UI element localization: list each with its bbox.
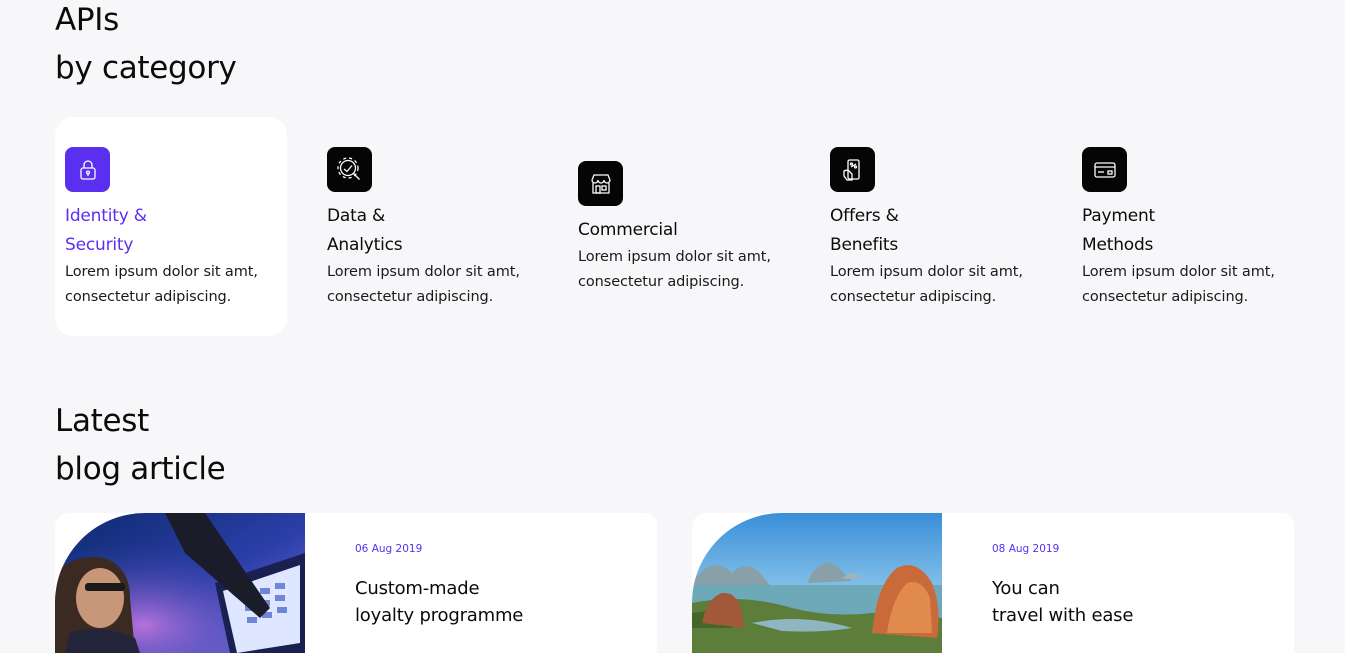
category-card-data-analytics[interactable]: Data & Analytics Lorem ipsum dolor sit a… xyxy=(317,147,549,310)
blog-article-image[interactable] xyxy=(692,513,942,653)
blog-title[interactable]: Custom-made loyalty programme xyxy=(355,575,523,629)
store-icon xyxy=(578,161,623,206)
blog-title[interactable]: You can travel with ease xyxy=(992,575,1133,629)
blog-card[interactable]: 06 Aug 2019 Custom-made loyalty programm… xyxy=(55,513,657,653)
category-card-identity-security[interactable]: Identity & Security Lorem ipsum dolor si… xyxy=(55,117,287,336)
blog-title-line-2: blog article xyxy=(55,451,226,487)
category-description: Lorem ipsum dolor sit amt, consectetur a… xyxy=(1082,264,1275,305)
category-title: Identity & Security xyxy=(65,206,147,255)
apis-title-line-1: APIs xyxy=(55,2,119,38)
blog-date: 06 Aug 2019 xyxy=(355,543,423,555)
category-title: Offers & Benefits xyxy=(830,206,899,255)
card-icon xyxy=(1082,147,1127,192)
offers-icon xyxy=(830,147,875,192)
blog-section-title: Latest blog article xyxy=(55,397,226,493)
category-description: Lorem ipsum dolor sit amt, consectetur a… xyxy=(327,264,520,305)
category-card-offers-benefits[interactable]: Offers & Benefits Lorem ipsum dolor sit … xyxy=(820,147,1052,310)
category-description: Lorem ipsum dolor sit amt, consectetur a… xyxy=(830,264,1023,305)
category-description: Lorem ipsum dolor sit amt, consectetur a… xyxy=(578,249,771,290)
apis-title-line-2: by category xyxy=(55,50,237,86)
lock-icon xyxy=(65,147,110,192)
blog-date: 08 Aug 2019 xyxy=(992,543,1060,555)
category-title: Payment Methods xyxy=(1082,206,1156,255)
blog-title-line-1: Latest xyxy=(55,403,150,439)
category-card-commercial[interactable]: Commercial Lorem ipsum dolor sit amt, co… xyxy=(568,161,800,295)
blog-article-image[interactable] xyxy=(55,513,305,653)
apis-section-title: APIs by category xyxy=(55,0,237,92)
category-description: Lorem ipsum dolor sit amt, consectetur a… xyxy=(65,264,258,305)
category-title: Commercial xyxy=(578,220,678,240)
category-title: Data & Analytics xyxy=(327,206,403,255)
analytics-icon xyxy=(327,147,372,192)
blog-card[interactable]: 08 Aug 2019 You can travel with ease xyxy=(692,513,1294,653)
category-card-payment-methods[interactable]: Payment Methods Lorem ipsum dolor sit am… xyxy=(1072,147,1304,310)
